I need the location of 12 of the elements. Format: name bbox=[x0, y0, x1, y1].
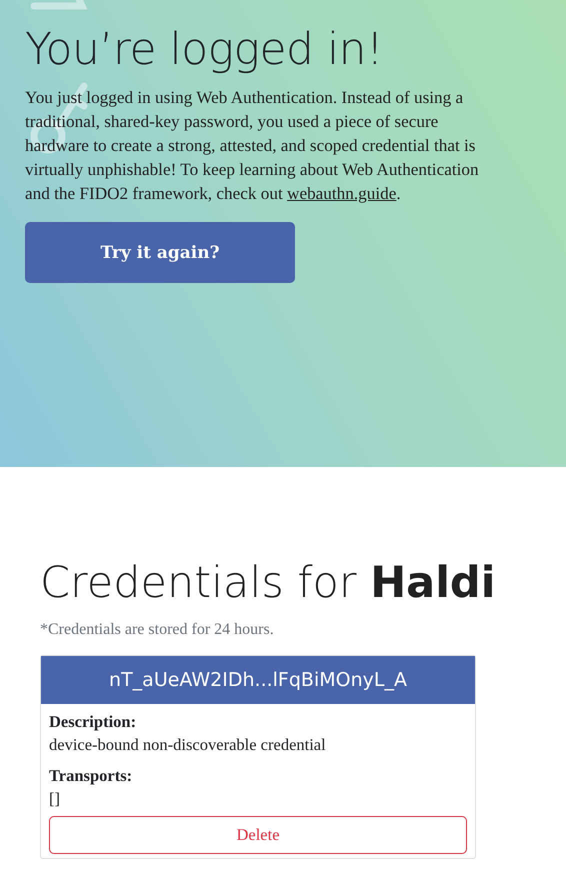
credential-id-header: nT_aUeAW2IDh...lFqBiMOnyL_A bbox=[41, 656, 475, 704]
storage-note: *Credentials are stored for 24 hours. bbox=[40, 621, 275, 639]
field-label: Transports: bbox=[49, 765, 134, 787]
field-label: Description: bbox=[49, 711, 138, 733]
delete-button[interactable]: Delete bbox=[49, 816, 467, 854]
field-value: [] bbox=[49, 788, 61, 810]
hero-paragraph: You just logged in using Web Authentication. Instead of using a traditional, shared-key password, you used a piece of secure hardware to create a strong, attested, and scoped credential that is virtually unphishable! To keep learning about Web Authentication and the FIDO2 framework, check out webauthn.guide. bbox=[25, 87, 480, 205]
try-again-button[interactable]: Try it again? bbox=[25, 222, 295, 283]
field-value: device-bound non-discoverable credential bbox=[49, 734, 327, 756]
guide-link[interactable]: webauthn.guide bbox=[287, 184, 396, 203]
credentials-heading: Credentials for Haldi bbox=[40, 557, 496, 610]
hero-title: You’re logged in! bbox=[25, 23, 384, 77]
